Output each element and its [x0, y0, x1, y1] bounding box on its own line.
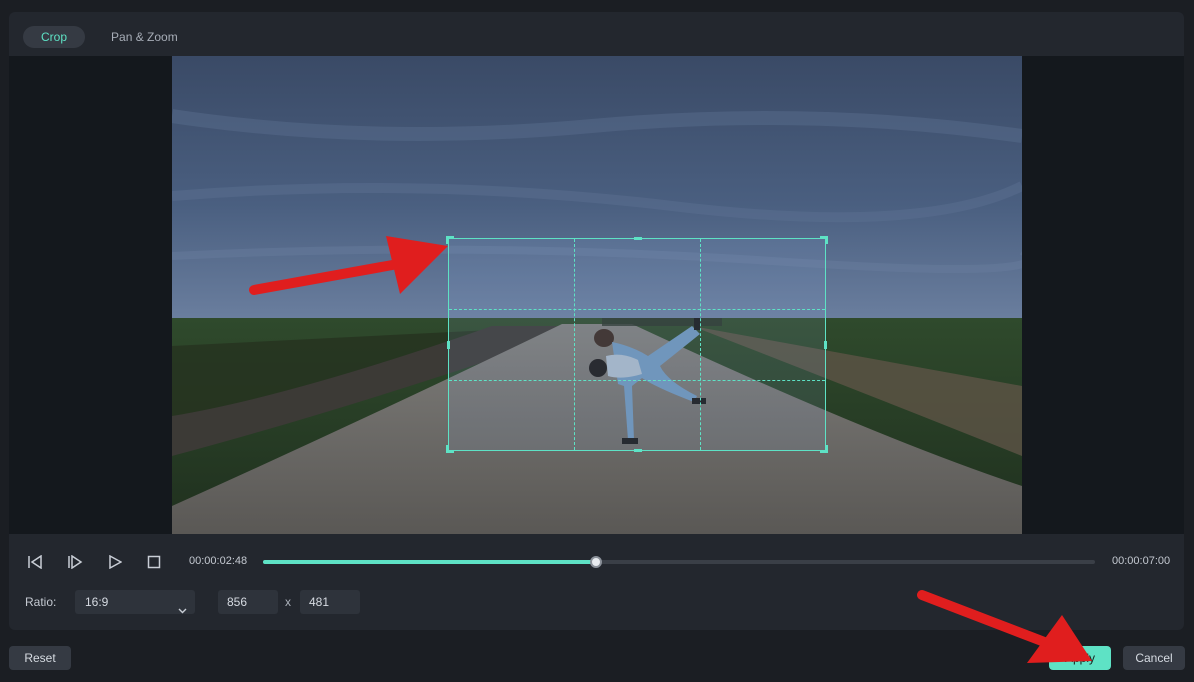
grid-guide-vertical-1: [574, 239, 575, 450]
crop-panel: Crop Pan & Zoom 00:00:02:48 00:00:07:00 …: [9, 12, 1184, 630]
apply-button[interactable]: Apply: [1049, 646, 1111, 670]
video-preview: [172, 56, 1022, 534]
crop-handle-bottom-left[interactable]: [446, 445, 454, 453]
total-time: 00:00:07:00: [1112, 555, 1171, 567]
ratio-value: 16:9: [85, 595, 109, 609]
ratio-row: Ratio: 16:9 x: [9, 590, 609, 614]
crop-handle-bottom[interactable]: [634, 449, 642, 452]
play-icon[interactable]: [105, 552, 125, 572]
stop-icon[interactable]: [144, 552, 164, 572]
crop-handle-top-left[interactable]: [446, 236, 454, 244]
current-time: 00:00:02:48: [189, 555, 248, 567]
grid-guide-horizontal-1: [449, 309, 825, 310]
timeline-progress: [263, 560, 596, 564]
tab-crop[interactable]: Crop: [23, 26, 86, 48]
crop-handle-left[interactable]: [447, 341, 450, 349]
crop-rectangle[interactable]: [446, 236, 828, 453]
crop-handle-bottom-right[interactable]: [820, 445, 828, 453]
tab-pan-zoom[interactable]: Pan & Zoom: [93, 26, 196, 48]
crop-handle-right[interactable]: [824, 341, 827, 349]
crop-handle-top[interactable]: [634, 237, 642, 240]
crop-dialog: Crop Pan & Zoom 00:00:02:48 00:00:07:00 …: [0, 0, 1194, 682]
crop-height-input[interactable]: [300, 590, 360, 614]
grid-guide-horizontal-2: [449, 380, 825, 381]
tab-bar: Crop Pan & Zoom: [23, 26, 196, 48]
crop-width-input[interactable]: [218, 590, 278, 614]
dimension-separator: x: [285, 595, 291, 609]
next-frame-icon[interactable]: [65, 552, 85, 572]
ratio-select[interactable]: 16:9: [75, 590, 195, 614]
playback-controls: 00:00:02:48 00:00:07:00: [9, 548, 1184, 576]
crop-handle-top-right[interactable]: [820, 236, 828, 244]
grid-guide-vertical-2: [700, 239, 701, 450]
preview-stage: [9, 56, 1184, 534]
chevron-down-icon: [178, 598, 187, 622]
ratio-label: Ratio:: [25, 595, 57, 609]
prev-frame-icon[interactable]: [25, 552, 45, 572]
timeline-thumb[interactable]: [589, 556, 602, 568]
timeline-slider[interactable]: [263, 556, 1095, 568]
reset-button[interactable]: Reset: [9, 646, 71, 670]
cancel-button[interactable]: Cancel: [1123, 646, 1185, 670]
